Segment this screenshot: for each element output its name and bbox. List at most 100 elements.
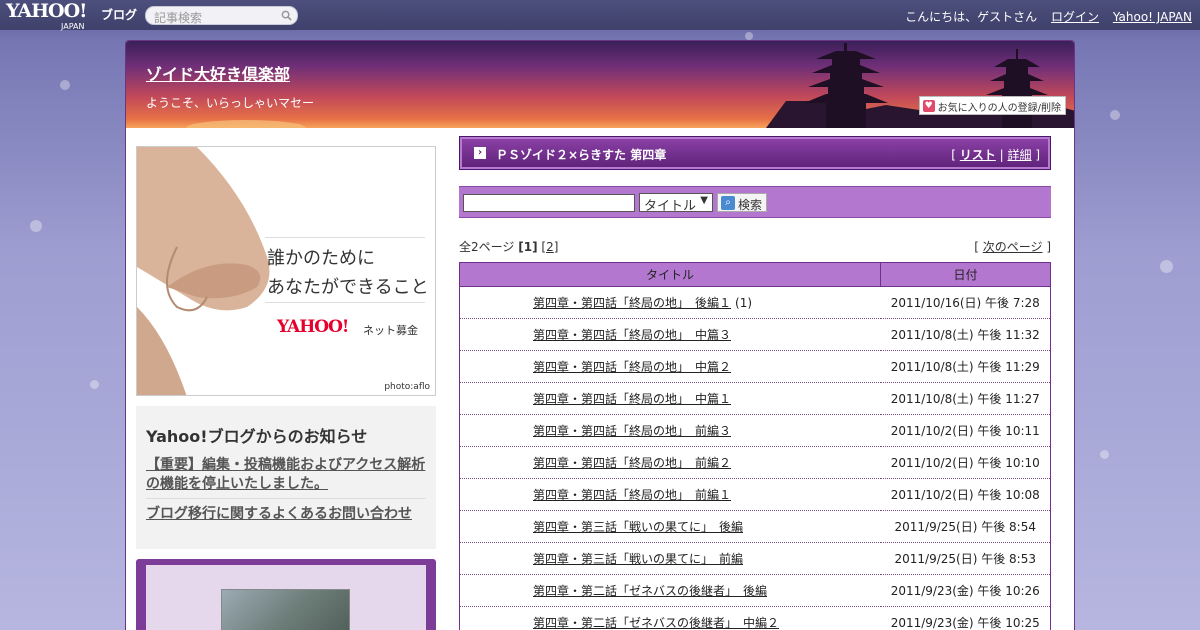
charity-banner[interactable]: 誰かのために あなたができること YAHOO! ネット募金 photo:aflo xyxy=(136,146,436,396)
entry-date: 2011/10/8(土) 午後 11:27 xyxy=(880,382,1051,415)
detail-view-link[interactable]: 詳細 xyxy=(1007,148,1031,162)
search-button-label: 検索 xyxy=(738,198,763,212)
blog-subtitle: ようこそ、いらっしゃいマセー xyxy=(146,96,315,110)
snow-dot xyxy=(60,80,70,90)
blog-title-link[interactable]: ゾイド大好き倶楽部 xyxy=(146,61,290,85)
entry-title-link[interactable]: 第四章・第四話「終局の地」 中篇２ xyxy=(533,360,731,374)
user-nav: こんにちは、ゲストさん ログイン Yahoo! JAPAN xyxy=(895,8,1192,25)
entry-title-link[interactable]: 第四章・第四話「終局の地」 前編３ xyxy=(533,424,731,438)
favorite-register-button[interactable]: ♥ お気に入りの人の登録/削除 xyxy=(918,96,1066,115)
entry-date: 2011/10/8(土) 午後 11:32 xyxy=(880,318,1051,351)
snow-dot xyxy=(1160,260,1173,273)
col-title-header[interactable]: タイトル xyxy=(459,262,881,287)
entry-title-cell: 第四章・第四話「終局の地」 後編１ (1) xyxy=(459,286,881,319)
table-row: 第四章・第四話「終局の地」 中篇３ 2011/10/8(土) 午後 11:32 xyxy=(459,318,1051,351)
entry-title-link[interactable]: 第四章・第三話「戦いの果てに」 前編 xyxy=(533,552,743,566)
entry-title-cell: 第四章・第四話「終局の地」 中篇１ xyxy=(459,382,881,415)
search-field-select[interactable]: タイトル ▼ xyxy=(639,193,713,214)
snow-dot xyxy=(90,380,99,389)
dropdown-arrow-icon: ▼ xyxy=(700,195,708,206)
entry-title-cell: 第四章・第二話「ゼネバスの後継者」 中編２ xyxy=(459,606,881,630)
yahoo-notice-box: Yahoo!ブログからのお知らせ 【重要】編集・投稿機能およびアクセス解析の機能… xyxy=(136,406,436,549)
blog-header: ゾイド大好き倶楽部 ようこそ、いらっしゃいマセー ♥ お気に入りの人の登録/削除 xyxy=(126,41,1074,128)
table-row: 第四章・第二話「ゼネバスの後継者」 中編２ 2011/9/23(金) 午後 10:… xyxy=(459,606,1051,630)
banner-rule xyxy=(265,237,425,238)
login-link[interactable]: ログイン xyxy=(1051,10,1099,24)
notice-link-important[interactable]: 【重要】編集・投稿機能およびアクセス解析の機能を停止いたしました。 xyxy=(146,456,426,494)
page-1: 1 xyxy=(523,240,533,254)
entries-body: 第四章・第四話「終局の地」 後編１ (1) 2011/10/16(日) 午後 7:2… xyxy=(459,286,1051,630)
notice-divider xyxy=(146,498,426,499)
entry-title-cell: 第四章・第四話「終局の地」 中篇３ xyxy=(459,318,881,351)
entry-date: 2011/10/2(日) 午後 10:10 xyxy=(880,446,1051,479)
entry-date: 2011/10/8(土) 午後 11:29 xyxy=(880,350,1051,383)
entry-title-link[interactable]: 第四章・第四話「終局の地」 前編１ xyxy=(533,488,731,502)
notice-heading: Yahoo!ブログからのお知らせ xyxy=(146,427,368,446)
banner-headline-2: あなたができること xyxy=(267,277,429,298)
entry-title-cell: 第四章・第四話「終局の地」 前編３ xyxy=(459,414,881,447)
entry-title-link[interactable]: 第四章・第三話「戦いの果てに」 後編 xyxy=(533,520,743,534)
table-row: 第四章・第四話「終局の地」 前編２ 2011/10/2(日) 午後 10:10 xyxy=(459,446,1051,479)
search-icon[interactable] xyxy=(281,10,292,21)
page-link-2[interactable]: [2] xyxy=(541,240,558,254)
folder-search-bar: タイトル ▼ ⌕ 検索 xyxy=(459,186,1051,218)
page-2: 2 xyxy=(546,240,554,254)
banner-rule xyxy=(265,302,425,303)
entry-title-cell: 第四章・第三話「戦いの果てに」 後編 xyxy=(459,510,881,543)
entry-title-cell: 第四章・第四話「終局の地」 前編２ xyxy=(459,446,881,479)
table-row: 第四章・第三話「戦いの果てに」 後編 2011/9/25(日) 午後 8:54 xyxy=(459,510,1051,543)
entry-title-cell: 第四章・第四話「終局の地」 中篇２ xyxy=(459,350,881,383)
entry-title-link[interactable]: 第四章・第四話「終局の地」 後編１ xyxy=(533,296,731,310)
snow-dot xyxy=(1100,450,1109,459)
entry-title-cell: 第四章・第四話「終局の地」 前編１ xyxy=(459,478,881,511)
entry-title-link[interactable]: 第四章・第四話「終局の地」 中篇３ xyxy=(533,328,731,342)
entry-date: 2011/10/2(日) 午後 10:11 xyxy=(880,414,1051,447)
banner-yahoo-logo: YAHOO! xyxy=(277,317,349,337)
search-button[interactable]: ⌕ 検索 xyxy=(717,193,767,212)
col-date-header[interactable]: 日付 xyxy=(880,262,1051,287)
profile-box xyxy=(136,559,436,630)
yahoo-topbar: YAHOO! JAPAN ブログ 記事検索 こんにちは、ゲストさん ログイン Y… xyxy=(0,0,1200,32)
article-search-input[interactable]: 記事検索 xyxy=(145,6,298,25)
keyword-search-input[interactable] xyxy=(463,194,635,212)
arrow-right-icon: › xyxy=(474,147,486,159)
table-header-row: タイトル 日付 xyxy=(459,262,1051,287)
list-view-link[interactable]: リスト xyxy=(960,148,996,162)
photo-credit: photo:aflo xyxy=(384,382,430,392)
notice-link-faq[interactable]: ブログ移行に関するよくあるお問い合わせ xyxy=(146,505,426,524)
logo-japan: JAPAN xyxy=(61,22,85,31)
yahoo-blog-logo[interactable]: YAHOO! JAPAN ブログ xyxy=(6,2,137,32)
next-page-link[interactable]: 次のページ xyxy=(983,240,1043,254)
entry-title-cell: 第四章・第二話「ゼネバスの後継者」 後編 xyxy=(459,574,881,607)
entry-title-link[interactable]: 第四章・第二話「ゼネバスの後継者」 後編 xyxy=(533,584,767,598)
profile-inner xyxy=(146,565,426,630)
table-row: 第四章・第三話「戦いの果てに」 前編 2011/9/25(日) 午後 8:53 xyxy=(459,542,1051,575)
handshake-image xyxy=(137,147,270,395)
banner-donation-label: ネット募金 xyxy=(363,324,418,337)
entry-comment-count: (1) xyxy=(735,296,753,310)
greeting-text: こんにちは、ゲストさん xyxy=(905,10,1038,24)
pager: 全2ページ [1] [2] [ 次のページ ] xyxy=(459,238,1051,255)
page-current: [1] xyxy=(518,240,538,254)
profile-image[interactable] xyxy=(221,589,350,630)
entry-title-link[interactable]: 第四章・第二話「ゼネバスの後継者」 中編２ xyxy=(533,616,779,630)
entry-title-link[interactable]: 第四章・第四話「終局の地」 中篇１ xyxy=(533,392,731,406)
entry-date: 2011/10/16(日) 午後 7:28 xyxy=(880,286,1051,319)
search-placeholder: 記事検索 xyxy=(154,11,203,25)
snow-dot xyxy=(745,32,753,40)
entry-title-cell: 第四章・第三話「戦いの果てに」 前編 xyxy=(459,542,881,575)
entry-title-link[interactable]: 第四章・第四話「終局の地」 前編２ xyxy=(533,456,731,470)
snow-dot xyxy=(1110,110,1120,120)
banner-headline-1: 誰かのために xyxy=(267,248,375,269)
entry-date: 2011/9/23(金) 午後 10:26 xyxy=(880,574,1051,607)
table-row: 第四章・第四話「終局の地」 中篇１ 2011/10/8(土) 午後 11:27 xyxy=(459,382,1051,415)
logo-blog: ブログ xyxy=(101,8,138,22)
table-row: 第四章・第四話「終局の地」 中篇２ 2011/10/8(土) 午後 11:29 xyxy=(459,350,1051,383)
yahoo-japan-link[interactable]: Yahoo! JAPAN xyxy=(1113,10,1192,24)
table-row: 第四章・第四話「終局の地」 前編１ 2011/10/2(日) 午後 10:08 xyxy=(459,478,1051,511)
search-field-value: タイトル xyxy=(644,199,697,214)
page-count: 全2ページ xyxy=(459,240,515,254)
snow-dot xyxy=(30,220,42,232)
entry-date: 2011/9/25(日) 午後 8:54 xyxy=(880,510,1051,543)
table-row: 第四章・第四話「終局の地」 後編１ (1) 2011/10/16(日) 午後 7:2… xyxy=(459,286,1051,319)
